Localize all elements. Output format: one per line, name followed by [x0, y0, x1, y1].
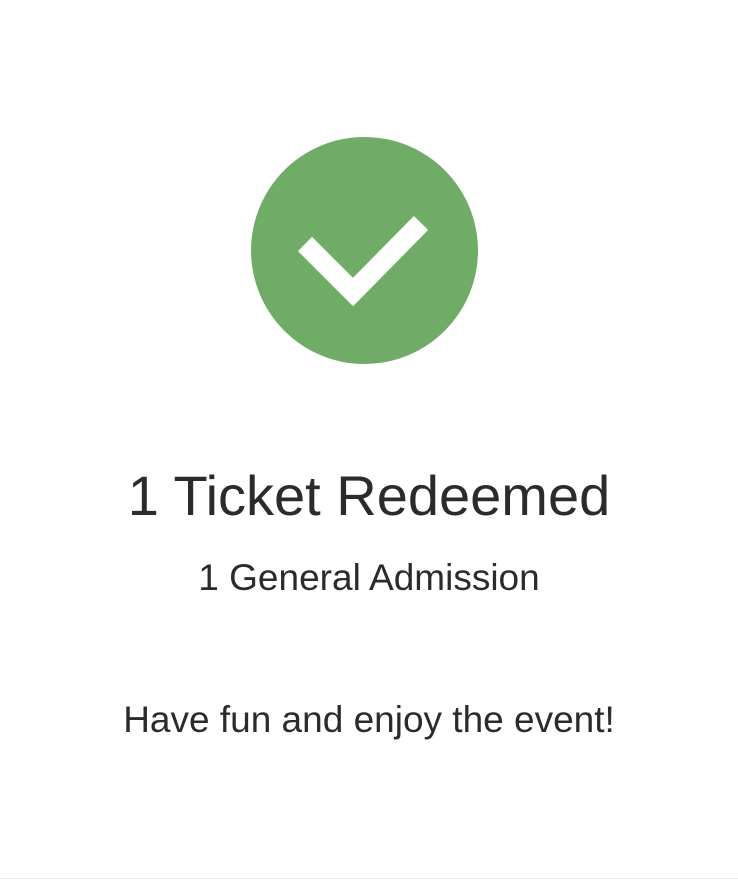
- check-circle-icon: [251, 137, 478, 364]
- redemption-success-screen: 1 Ticket Redeemed 1 General Admission Ha…: [0, 0, 738, 882]
- bottom-divider: [0, 878, 738, 879]
- ticket-type-summary: 1 General Admission: [198, 557, 540, 598]
- redemption-title: 1 Ticket Redeemed: [127, 464, 611, 527]
- event-message: Have fun and enjoy the event!: [123, 699, 615, 740]
